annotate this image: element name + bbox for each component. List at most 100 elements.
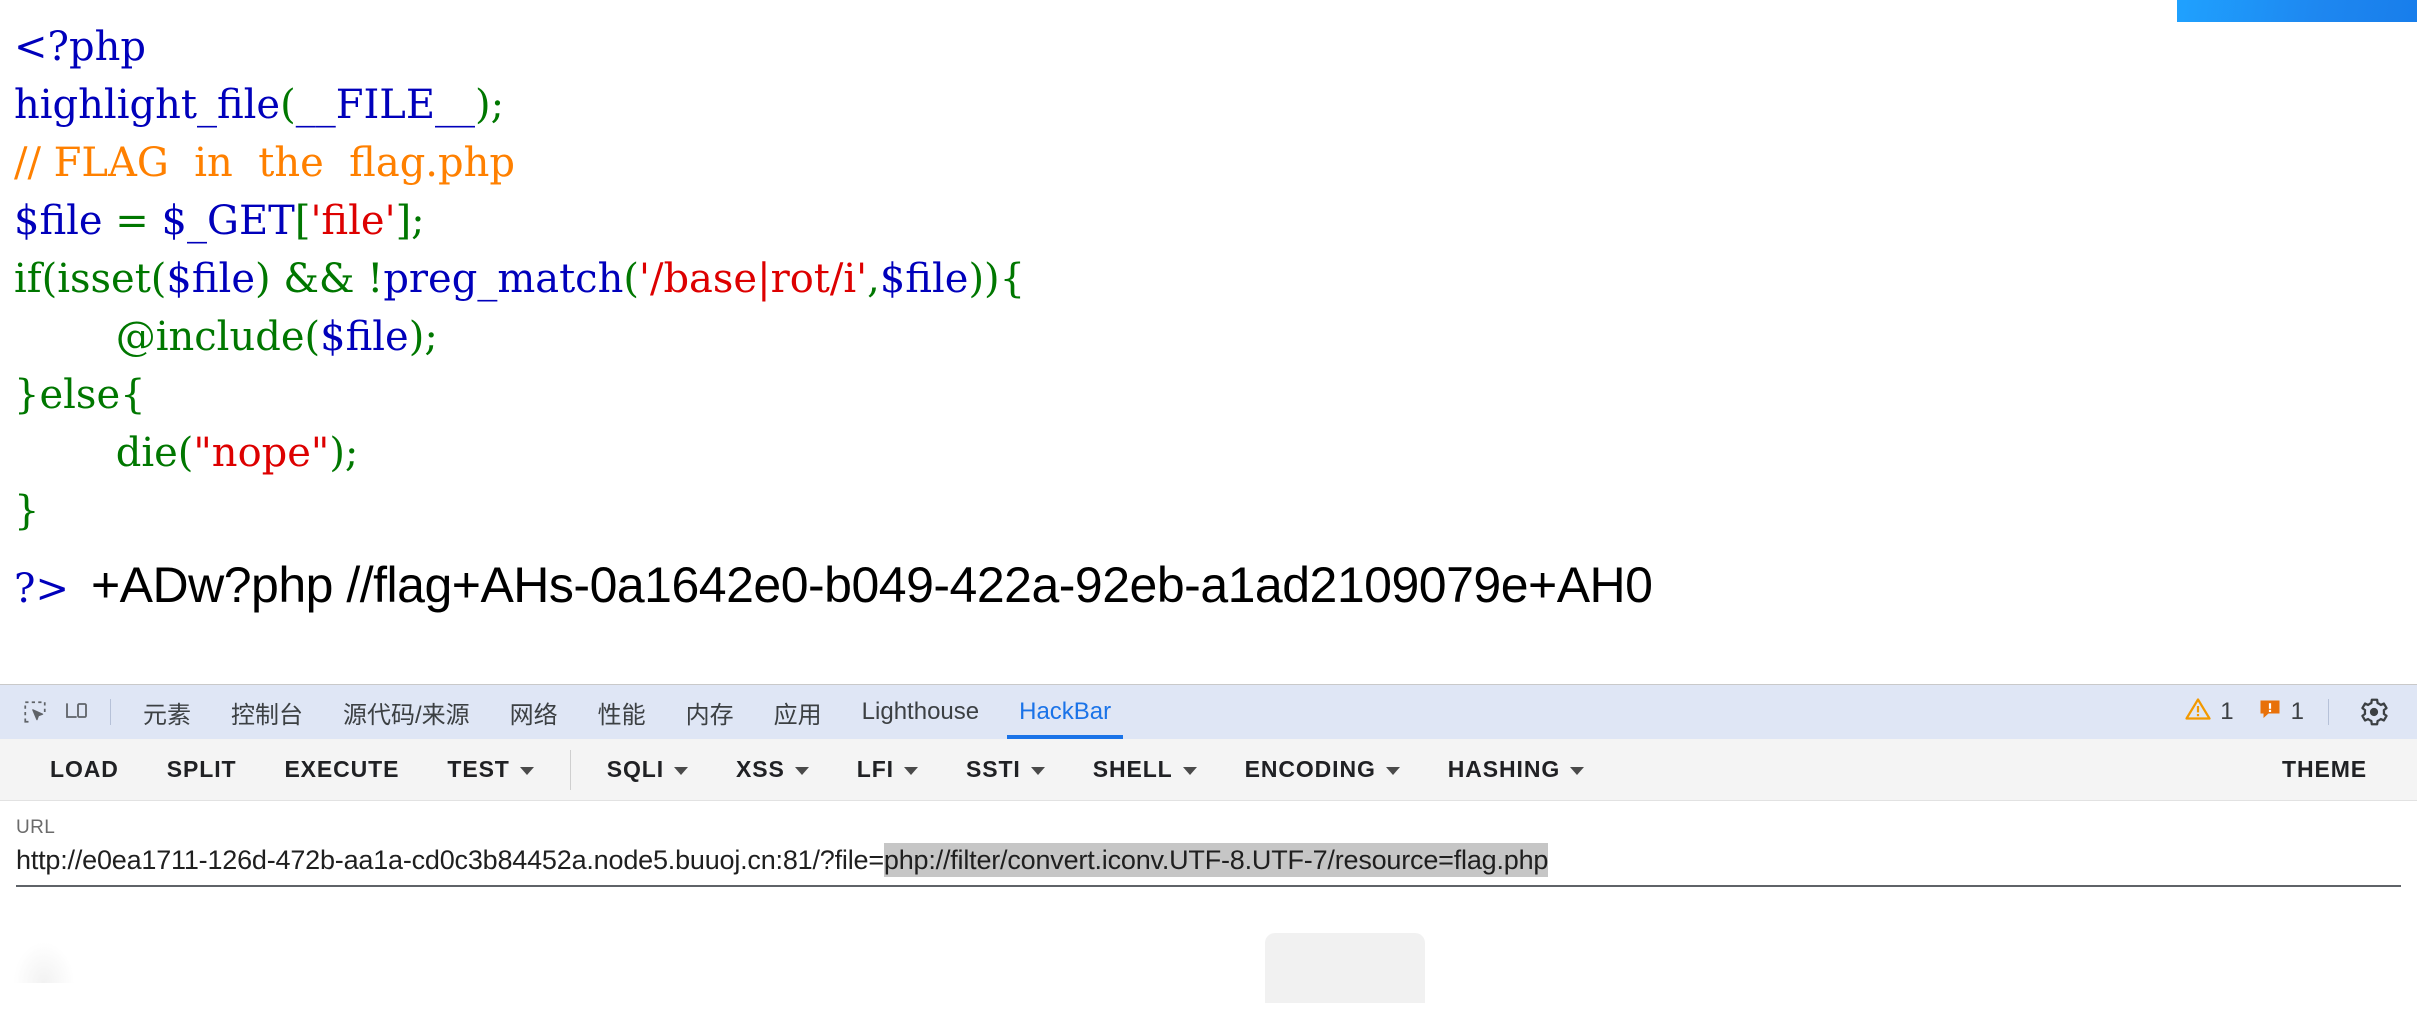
devtools-tab-2[interactable]: 源代码/来源 (323, 685, 490, 739)
code-token: ); (408, 314, 438, 360)
code-line: if(isset($file) && !preg_match('/base|ro… (14, 250, 2404, 308)
devtools-tab-5[interactable]: 内存 (666, 685, 754, 739)
hackbar-button-load[interactable]: LOAD (26, 739, 143, 801)
browser-page-content: <?php highlight_file(__FILE__); // FLAG in… (0, 0, 2417, 684)
code-line: // FLAG in the flag.php (14, 134, 2404, 192)
hackbar-button-hashing[interactable]: HASHING (1424, 739, 1608, 801)
hackbar-button-label: LFI (856, 756, 894, 782)
code-line: @include($file); (14, 308, 2404, 366)
devtools-tab-0[interactable]: 元素 (123, 685, 211, 739)
settings-gear-icon[interactable] (2351, 689, 2397, 735)
code-line: highlight_file(__FILE__); (14, 76, 2404, 134)
devtools-tabbar: 元素 控制台 源代码/来源 网络 性能 内存 应用 Lighthouse HackBar 1 (0, 685, 2417, 739)
warning-triangle-icon (2185, 697, 2211, 728)
flag-output-line: ?> +ADw?php //flag+AHs-0a1642e0-b049-422… (14, 556, 1653, 618)
code-token: die( (14, 430, 194, 476)
chevron-down-icon (1385, 767, 1400, 775)
hackbar-button-label: THEME (2282, 756, 2367, 782)
code-token: 'file' (310, 198, 396, 244)
hackbar-toolbar: LOAD SPLIT EXECUTE TEST SQLI XSS LFI SSTI SHELL E… (0, 739, 2417, 801)
chevron-down-icon (903, 767, 918, 775)
code-token: $_GET (161, 198, 295, 244)
devtools-tab-label: 控制台 (231, 701, 303, 729)
url-input[interactable]: http://e0ea1711-126d-472b-aa1a-cd0c3b844… (16, 843, 2401, 877)
hackbar-url-section: URL http://e0ea1711-126d-472b-aa1a-cd0c3… (0, 801, 2417, 887)
code-line: } (14, 482, 2404, 540)
code-token: $file (879, 256, 969, 302)
hackbar-toolbar-divider (569, 749, 571, 790)
device-toolbar-icon[interactable] (56, 691, 98, 733)
devtools-tab-list: 元素 控制台 源代码/来源 网络 性能 内存 应用 Lighthouse HackBar (123, 685, 2173, 739)
chevron-down-icon (1182, 767, 1197, 775)
code-token: '/base|rot/i' (638, 256, 868, 302)
code-token: ( (280, 82, 296, 128)
devtools-tab-label: 源代码/来源 (343, 701, 470, 729)
chevron-down-icon (1570, 767, 1585, 775)
hackbar-button-label: EXECUTE (284, 756, 400, 782)
hackbar-button-ssti[interactable]: SSTI (942, 739, 1069, 801)
issue-count[interactable]: 1 (2246, 697, 2316, 728)
devtools-tab-3[interactable]: 网络 (490, 685, 578, 739)
php-source-code: <?php highlight_file(__FILE__); // FLAG in… (14, 18, 2404, 540)
php-close-tag: ?> (14, 566, 69, 612)
flag-output-text: +ADw?php //flag+AHs-0a1642e0-b049-422a-9… (90, 557, 1653, 613)
code-token: ); (475, 82, 505, 128)
code-token: highlight_file (14, 82, 281, 128)
code-line: die("nope"); (14, 424, 2404, 482)
warning-count-value: 1 (2220, 698, 2234, 725)
code-line: $file = $_GET['file']; (14, 192, 2404, 250)
url-field-label: URL (16, 817, 56, 838)
hackbar-button-xss[interactable]: XSS (712, 739, 833, 801)
code-token: <?php (14, 24, 146, 70)
devtools-tab-6[interactable]: 应用 (754, 685, 842, 739)
hackbar-button-label: SHELL (1092, 756, 1173, 782)
devtools-tab-hackbar[interactable]: HackBar (999, 685, 1131, 739)
code-token: @include( (14, 314, 321, 360)
devtools-tab-4[interactable]: 性能 (578, 685, 666, 739)
code-token: }else{ (14, 372, 146, 418)
code-token: "nope" (193, 430, 330, 476)
hackbar-button-label: SSTI (965, 756, 1021, 782)
code-token: if(isset( (14, 256, 167, 302)
devtools-tab-label: HackBar (1019, 698, 1112, 725)
hackbar-button-shell[interactable]: SHELL (1069, 739, 1221, 801)
code-token: = (102, 198, 162, 244)
devtools-tab-7[interactable]: Lighthouse (842, 685, 999, 739)
code-token: // FLAG in the flag.php (14, 140, 515, 186)
chevron-down-icon (1030, 767, 1045, 775)
devtools-tab-label: 元素 (143, 701, 191, 729)
hackbar-button-execute[interactable]: EXECUTE (260, 739, 423, 801)
hackbar-button-label: SPLIT (166, 756, 237, 782)
toolbar-divider (110, 699, 111, 725)
hackbar-button-theme[interactable]: THEME (2258, 739, 2391, 801)
hackbar-button-split[interactable]: SPLIT (143, 739, 261, 801)
hackbar-button-test[interactable]: TEST (423, 739, 557, 801)
warning-count[interactable]: 1 (2173, 697, 2245, 728)
hackbar-button-encoding[interactable]: ENCODING (1221, 739, 1424, 801)
code-line: <?php (14, 18, 2404, 76)
devtools-tab-label: 性能 (597, 701, 646, 729)
code-line: }else{ (14, 366, 2404, 424)
hackbar-button-label: HASHING (1447, 756, 1561, 782)
code-token: $file (320, 314, 409, 360)
devtools-tab-1[interactable]: 控制台 (211, 685, 323, 739)
chevron-down-icon (674, 767, 689, 775)
code-token: } (14, 488, 40, 534)
code-token: ); (329, 430, 359, 476)
hackbar-body-section (0, 887, 2417, 1003)
code-token: $file (14, 198, 103, 244)
code-token: $file (166, 256, 255, 302)
hackbar-button-sqli[interactable]: SQLI (583, 739, 712, 801)
code-token: , (867, 256, 880, 302)
post-data-toggle-button[interactable] (1265, 933, 1425, 1003)
devtools-tab-label: 内存 (685, 701, 734, 729)
code-token: )){ (968, 256, 1026, 302)
hackbar-button-lfi[interactable]: LFI (833, 739, 942, 801)
chevron-down-icon (519, 767, 534, 775)
hackbar-button-label: TEST (447, 756, 510, 782)
devtools-tab-label: 应用 (773, 701, 822, 729)
hackbar-button-label: XSS (736, 756, 785, 782)
decorative-blob (14, 943, 74, 983)
devtools-tab-label: 网络 (509, 701, 558, 729)
inspect-element-icon[interactable] (14, 691, 56, 733)
